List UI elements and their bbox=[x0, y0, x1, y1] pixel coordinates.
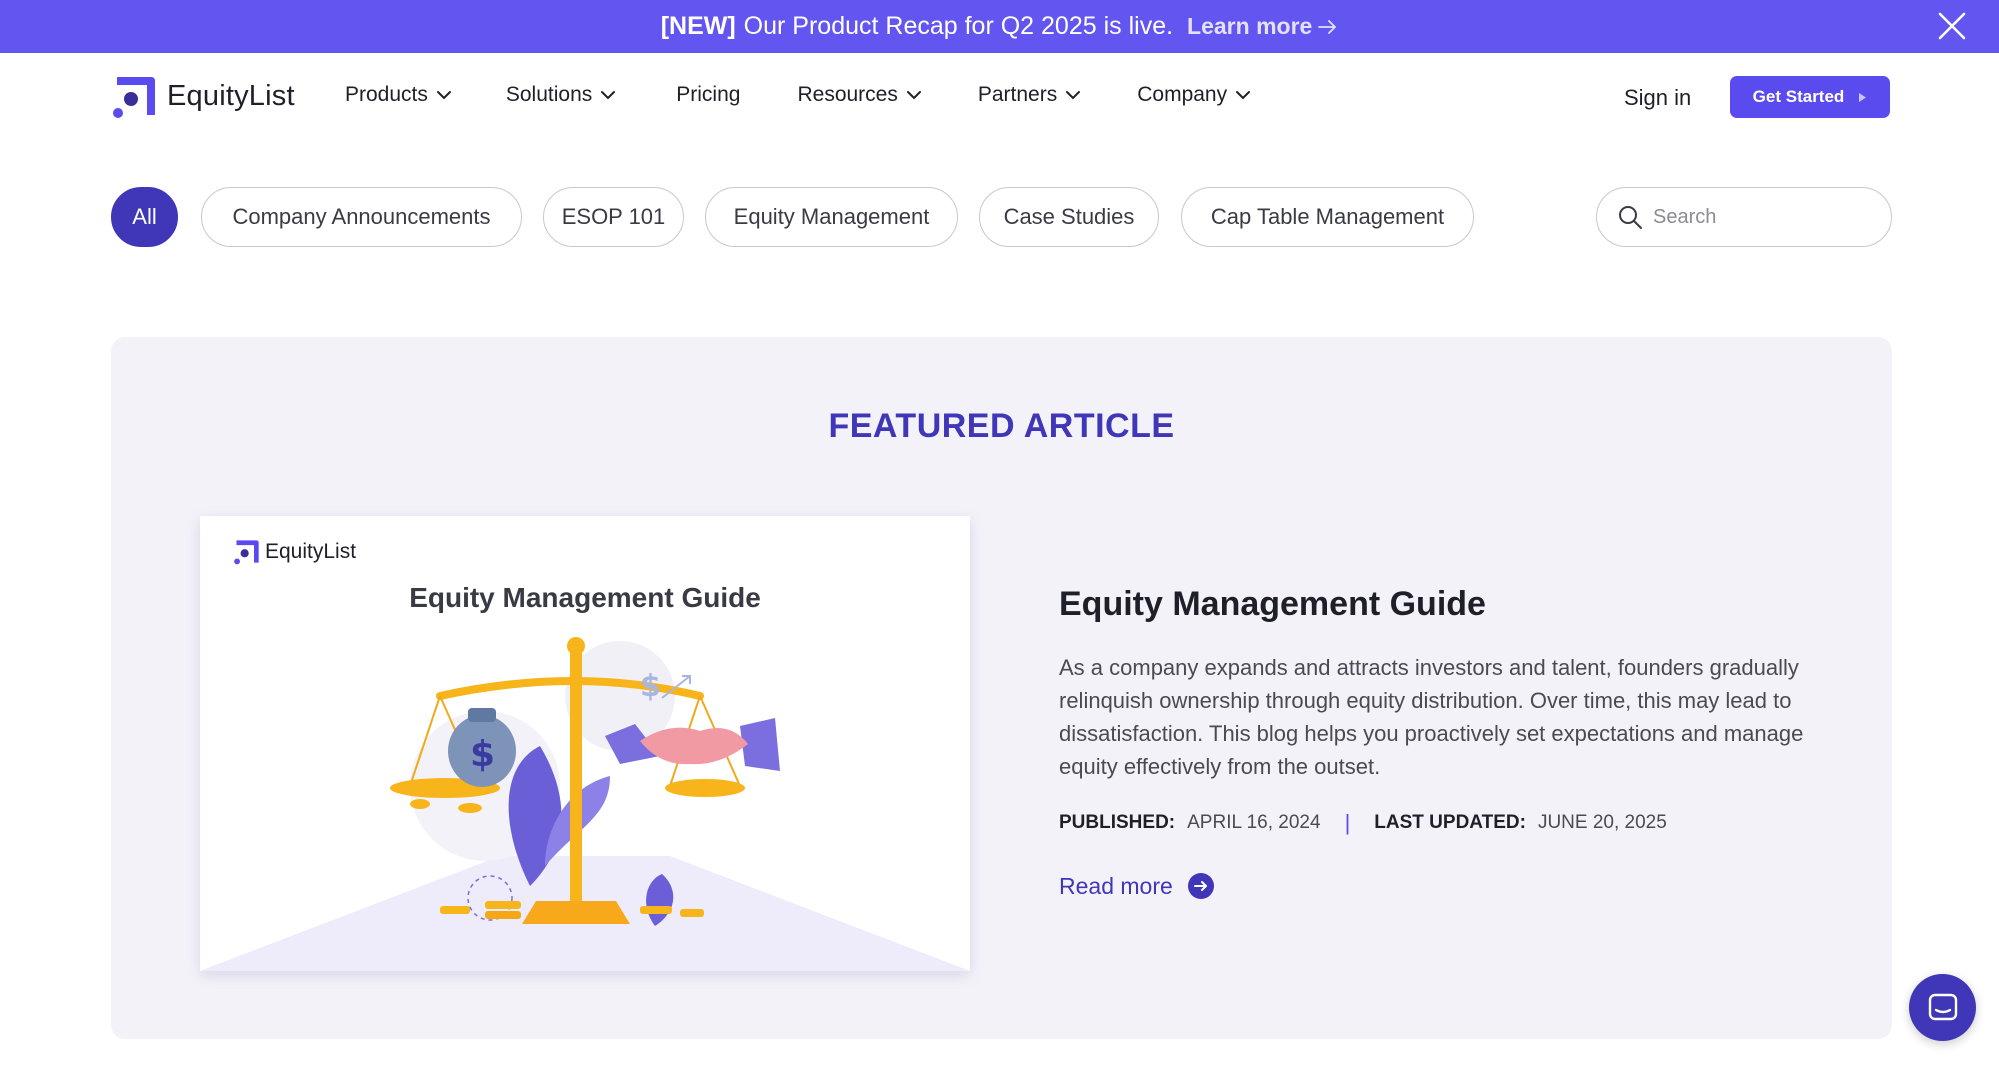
nav-label: Company bbox=[1137, 83, 1228, 106]
published-label: PUBLISHED: bbox=[1059, 812, 1176, 833]
arrow-circle-right-icon bbox=[1187, 873, 1214, 899]
filter-equity-management[interactable]: Equity Management bbox=[705, 187, 958, 247]
nav-label: Products bbox=[345, 83, 428, 106]
read-more-label: Read more bbox=[1059, 872, 1173, 899]
search-icon bbox=[1619, 206, 1642, 229]
featured-article-title[interactable]: Equity Management Guide bbox=[1059, 585, 1486, 624]
filter-company-announcements[interactable]: Company Announcements bbox=[201, 187, 522, 247]
svg-text:$: $ bbox=[640, 669, 661, 704]
nav-label: Resources bbox=[797, 83, 898, 106]
filter-esop-101[interactable]: ESOP 101 bbox=[543, 187, 684, 247]
read-more-link[interactable]: Read more bbox=[1059, 872, 1215, 900]
svg-text:$: $ bbox=[470, 734, 495, 775]
chevron-down-icon bbox=[436, 91, 451, 100]
banner-tag: [NEW] bbox=[660, 12, 736, 40]
equitylist-logo-icon bbox=[113, 77, 155, 118]
article-meta: PUBLISHED: APRIL 16, 2024 | LAST UPDATED… bbox=[1059, 810, 1667, 836]
featured-article-section: FEATURED ARTICLE EquityList Equity Manag… bbox=[111, 337, 1892, 1039]
chat-icon bbox=[1928, 993, 1957, 1020]
logo[interactable]: EquityList bbox=[111, 73, 295, 119]
nav-item-partners[interactable]: Partners bbox=[978, 83, 1081, 107]
nav-label: Partners bbox=[977, 83, 1058, 106]
featured-article-description: As a company expands and attracts invest… bbox=[1059, 655, 1804, 779]
banner-message: Our Product Recap for Q2 2025 is live. bbox=[743, 12, 1174, 40]
equitylist-logo-icon bbox=[234, 540, 259, 565]
chat-launcher-button[interactable] bbox=[1909, 974, 1976, 1041]
scales-illustration: $ $ bbox=[200, 637, 970, 971]
featured-heading: FEATURED ARTICLE bbox=[828, 407, 1175, 445]
last-updated-label: LAST UPDATED: bbox=[1374, 812, 1526, 833]
search-box bbox=[1596, 187, 1892, 247]
play-arrow-icon bbox=[1859, 92, 1867, 102]
chevron-down-icon bbox=[1236, 91, 1251, 100]
nav-item-products[interactable]: Products bbox=[345, 83, 452, 107]
filter-all[interactable]: All bbox=[111, 187, 178, 247]
chevron-down-icon bbox=[601, 91, 616, 100]
banner-learn-more-link[interactable]: Learn more bbox=[1187, 13, 1338, 40]
thumbnail-logo-text: EquityList bbox=[265, 539, 357, 563]
site-header: EquityList Products Solutions Pricing Re… bbox=[0, 53, 1999, 143]
main-nav: Products Solutions Pricing Resources Par… bbox=[345, 83, 1251, 107]
logo-text: EquityList bbox=[167, 79, 295, 112]
search-input[interactable] bbox=[1653, 205, 1873, 229]
nav-item-pricing[interactable]: Pricing bbox=[676, 83, 740, 107]
get-started-label: Get Started bbox=[1752, 87, 1845, 106]
sign-in-link[interactable]: Sign in bbox=[1624, 85, 1691, 111]
chevron-down-icon bbox=[1066, 91, 1081, 100]
banner-learn-more-label: Learn more bbox=[1187, 13, 1313, 39]
chevron-down-icon bbox=[906, 91, 921, 100]
announcement-banner: [NEW] Our Product Recap for Q2 2025 is l… bbox=[0, 0, 1999, 53]
last-updated-date: JUNE 20, 2025 bbox=[1537, 812, 1667, 833]
arrow-right-icon bbox=[1318, 19, 1337, 34]
nav-label: Solutions bbox=[505, 83, 593, 106]
thumbnail-logo: EquityList bbox=[233, 538, 356, 565]
filter-case-studies[interactable]: Case Studies bbox=[979, 187, 1159, 247]
filter-cap-table-management[interactable]: Cap Table Management bbox=[1181, 187, 1474, 247]
nav-item-solutions[interactable]: Solutions bbox=[506, 83, 616, 107]
nav-item-resources[interactable]: Resources bbox=[797, 83, 921, 107]
meta-divider: | bbox=[1344, 810, 1351, 835]
close-banner-button[interactable] bbox=[1933, 7, 1971, 45]
get-started-button[interactable]: Get Started bbox=[1730, 76, 1890, 118]
featured-article-thumbnail[interactable]: EquityList Equity Management Guide $ $ bbox=[200, 516, 970, 971]
nav-label: Pricing bbox=[676, 83, 741, 106]
published-date: APRIL 16, 2024 bbox=[1187, 812, 1321, 833]
nav-item-company[interactable]: Company bbox=[1137, 83, 1251, 107]
close-icon bbox=[1938, 12, 1966, 40]
thumbnail-title: Equity Management Guide bbox=[409, 582, 761, 613]
